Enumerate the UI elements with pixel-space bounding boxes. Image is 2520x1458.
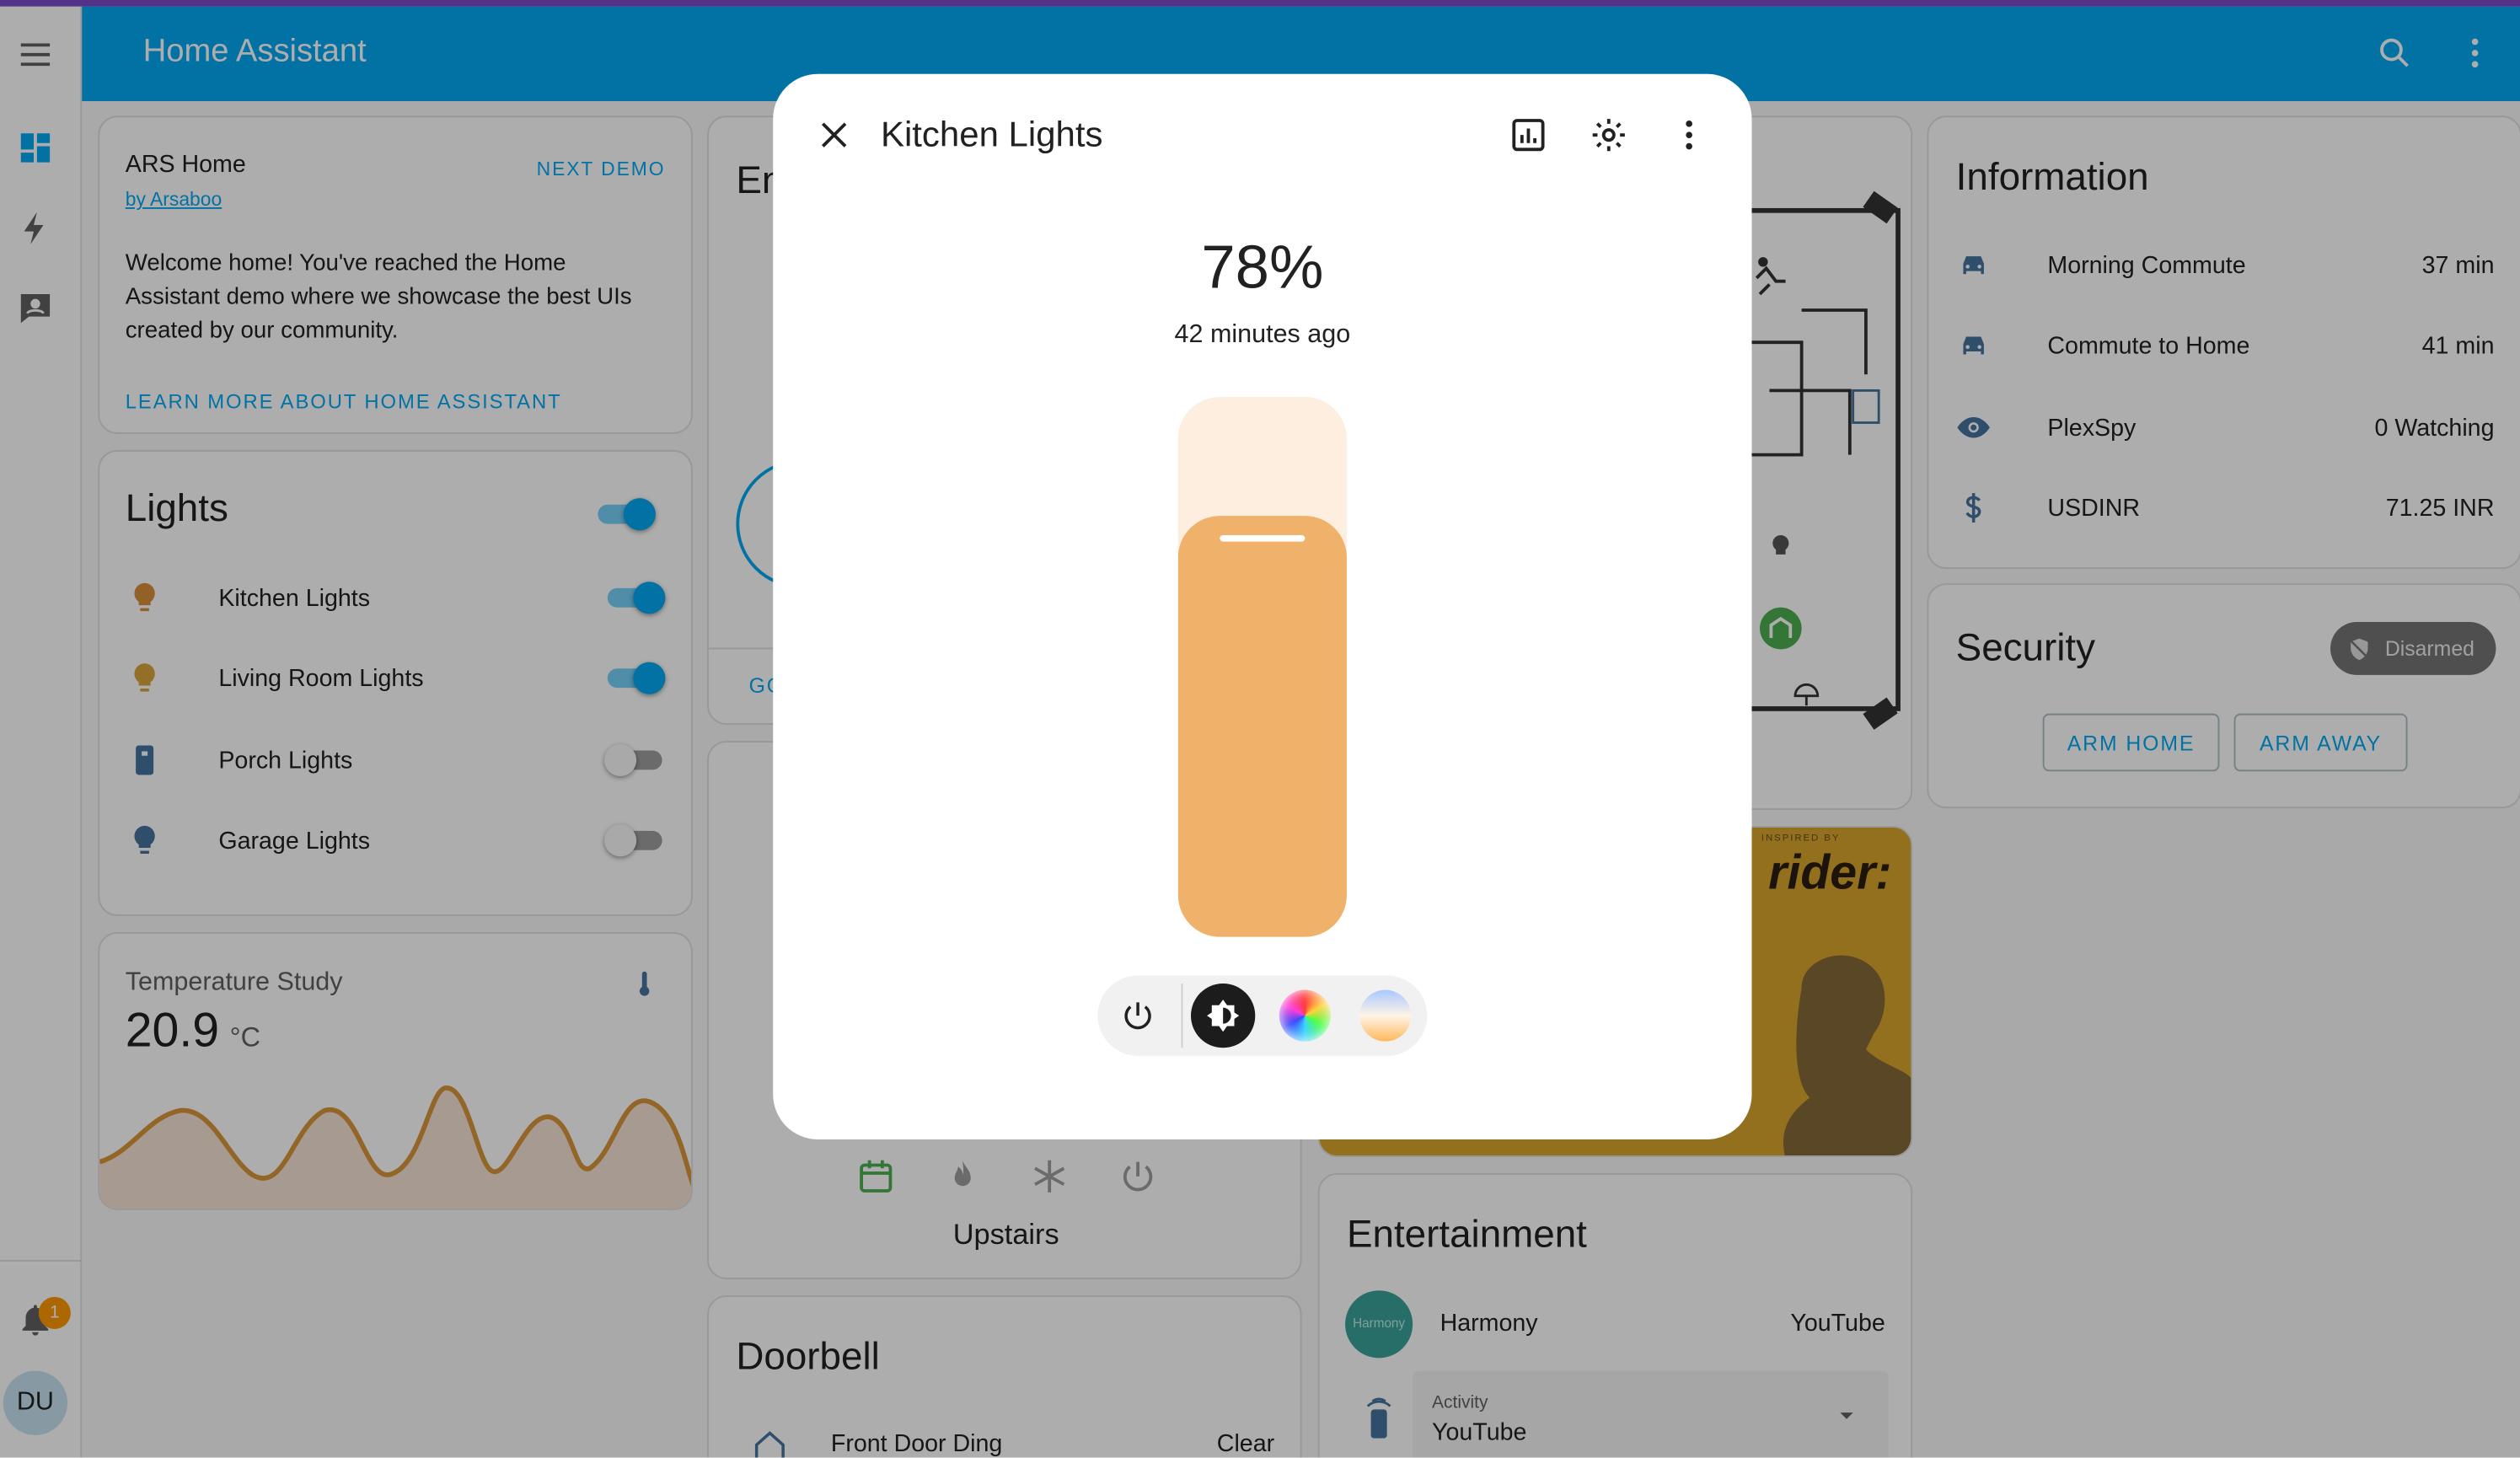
color-temperature-icon	[1359, 989, 1412, 1042]
last-changed-text: 42 minutes ago	[1174, 321, 1351, 349]
brightness-slider-handle[interactable]	[1220, 534, 1306, 542]
mode-separator	[1181, 984, 1183, 1048]
color-wheel-icon	[1279, 989, 1331, 1042]
light-mode-selector	[1097, 975, 1428, 1056]
brightness-slider-fill	[1177, 516, 1347, 937]
dialog-overflow-icon[interactable]	[1670, 115, 1708, 154]
settings-gear-icon[interactable]	[1590, 115, 1628, 154]
more-info-dialog: Kitchen Lights 78% 42 minutes ago	[773, 73, 1752, 1139]
brightness-slider[interactable]	[1177, 397, 1347, 937]
brightness-icon	[1207, 1000, 1240, 1032]
color-temp-mode-button[interactable]	[1354, 984, 1418, 1048]
power-icon	[1124, 1002, 1151, 1030]
brightness-value: 78%	[1201, 234, 1324, 303]
close-icon[interactable]	[815, 115, 854, 154]
history-chart-icon[interactable]	[1509, 115, 1548, 154]
dialog-title: Kitchen Lights	[880, 114, 1103, 155]
power-toggle-button[interactable]	[1106, 984, 1170, 1048]
brightness-mode-button[interactable]	[1191, 984, 1256, 1048]
color-mode-button[interactable]	[1273, 984, 1337, 1048]
